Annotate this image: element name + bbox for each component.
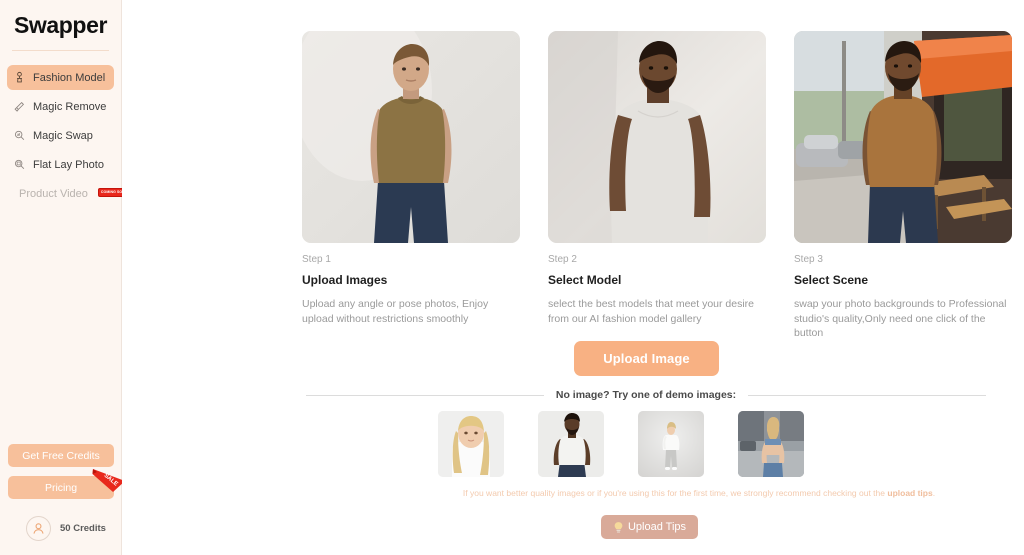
demo-image-thumbnail[interactable] <box>738 411 804 477</box>
warning-text-bold: upload tips <box>887 488 933 498</box>
divider-line-right <box>748 394 987 396</box>
demo-divider-text: No image? Try one of demo images: <box>555 389 737 401</box>
upload-image-button[interactable]: Upload Image <box>574 341 719 376</box>
step-2-image <box>548 31 766 243</box>
sidebar-item-flat-lay-photo[interactable]: Flat Lay Photo <box>7 152 114 177</box>
get-free-credits-button[interactable]: Get Free Credits <box>8 444 114 467</box>
step-number: Step 2 <box>548 254 577 265</box>
step-description: select the best models that meet your de… <box>548 298 755 325</box>
step-description: Upload any angle or pose photos, Enjoy u… <box>302 298 489 325</box>
mannequin-icon <box>13 71 26 84</box>
lightbulb-icon <box>613 521 624 534</box>
step-card: Step 3 Select Scene swap your photo back… <box>794 31 1012 341</box>
upload-tips-button[interactable]: Upload Tips <box>601 515 698 539</box>
sidebar-item-product-video[interactable]: Product Video COMING SOON <box>7 181 131 206</box>
sidebar-item-fashion-model[interactable]: Fashion Model <box>7 65 114 90</box>
step-title: Select Scene <box>794 273 869 287</box>
get-free-credits-label: Get Free Credits <box>22 449 100 462</box>
sidebar-item-label: Magic Remove <box>33 100 107 113</box>
app-root: Swapper Fashion Model Magic Remove Magic… <box>0 0 1024 555</box>
warning-text-part1: If you want better quality images or if … <box>462 488 888 498</box>
step-title: Upload Images <box>302 273 388 287</box>
demo-image-thumbnail[interactable] <box>638 411 704 477</box>
sidebar-item-label: Fashion Model <box>33 71 106 84</box>
step-number: Step 1 <box>302 254 331 265</box>
step-1-image <box>302 31 520 243</box>
magnifier-swap-icon <box>13 129 26 142</box>
upload-warning-text: If you want better quality images or if … <box>434 487 964 499</box>
sidebar-divider <box>12 50 109 51</box>
sidebar-footer: Get Free Credits Pricing SALE 50 Credits <box>0 444 125 555</box>
pricing-button[interactable]: Pricing SALE <box>8 469 125 499</box>
sidebar-item-label: Product Video <box>19 187 88 200</box>
demo-divider: No image? Try one of demo images: <box>306 389 987 401</box>
steps-row: Step 1 Upload Images Upload any angle or… <box>302 31 1012 341</box>
sidebar-item-magic-remove[interactable]: Magic Remove <box>7 94 114 119</box>
pricing-label: Pricing <box>44 481 78 494</box>
upload-tips-label: Upload Tips <box>627 521 687 533</box>
sidebar-item-magic-swap[interactable]: Magic Swap <box>7 123 114 148</box>
sidebar-nav: Fashion Model Magic Remove Magic Swap Fl… <box>0 65 131 206</box>
app-logo: Swapper <box>13 12 108 38</box>
sidebar: Swapper Fashion Model Magic Remove Magic… <box>0 0 131 555</box>
magnifier-photo-icon <box>13 158 26 171</box>
avatar <box>26 516 51 541</box>
demo-images-row <box>438 411 804 477</box>
credits-row[interactable]: 50 Credits <box>8 508 114 547</box>
main-content: Step 1 Upload Images Upload any angle or… <box>122 0 1024 555</box>
sidebar-item-label: Flat Lay Photo <box>33 158 104 171</box>
divider-line-left <box>306 394 544 396</box>
warning-text-part2: . <box>932 488 936 498</box>
step-card: Step 1 Upload Images Upload any angle or… <box>302 31 520 341</box>
credits-count: 50 Credits <box>60 523 106 534</box>
step-number: Step 3 <box>794 254 823 265</box>
step-3-image <box>794 31 1012 243</box>
svg-text:SALE: SALE <box>103 473 119 488</box>
upload-image-label: Upload Image <box>603 351 690 366</box>
demo-image-thumbnail[interactable] <box>438 411 504 477</box>
step-title: Select Model <box>548 273 622 287</box>
step-description: swap your photo backgrounds to Professio… <box>794 298 1007 339</box>
step-card: Step 2 Select Model select the best mode… <box>548 31 766 341</box>
sidebar-item-label: Magic Swap <box>33 129 93 142</box>
logo-wrap: Swapper <box>0 0 121 40</box>
eraser-icon <box>13 100 26 113</box>
demo-image-thumbnail[interactable] <box>538 411 604 477</box>
